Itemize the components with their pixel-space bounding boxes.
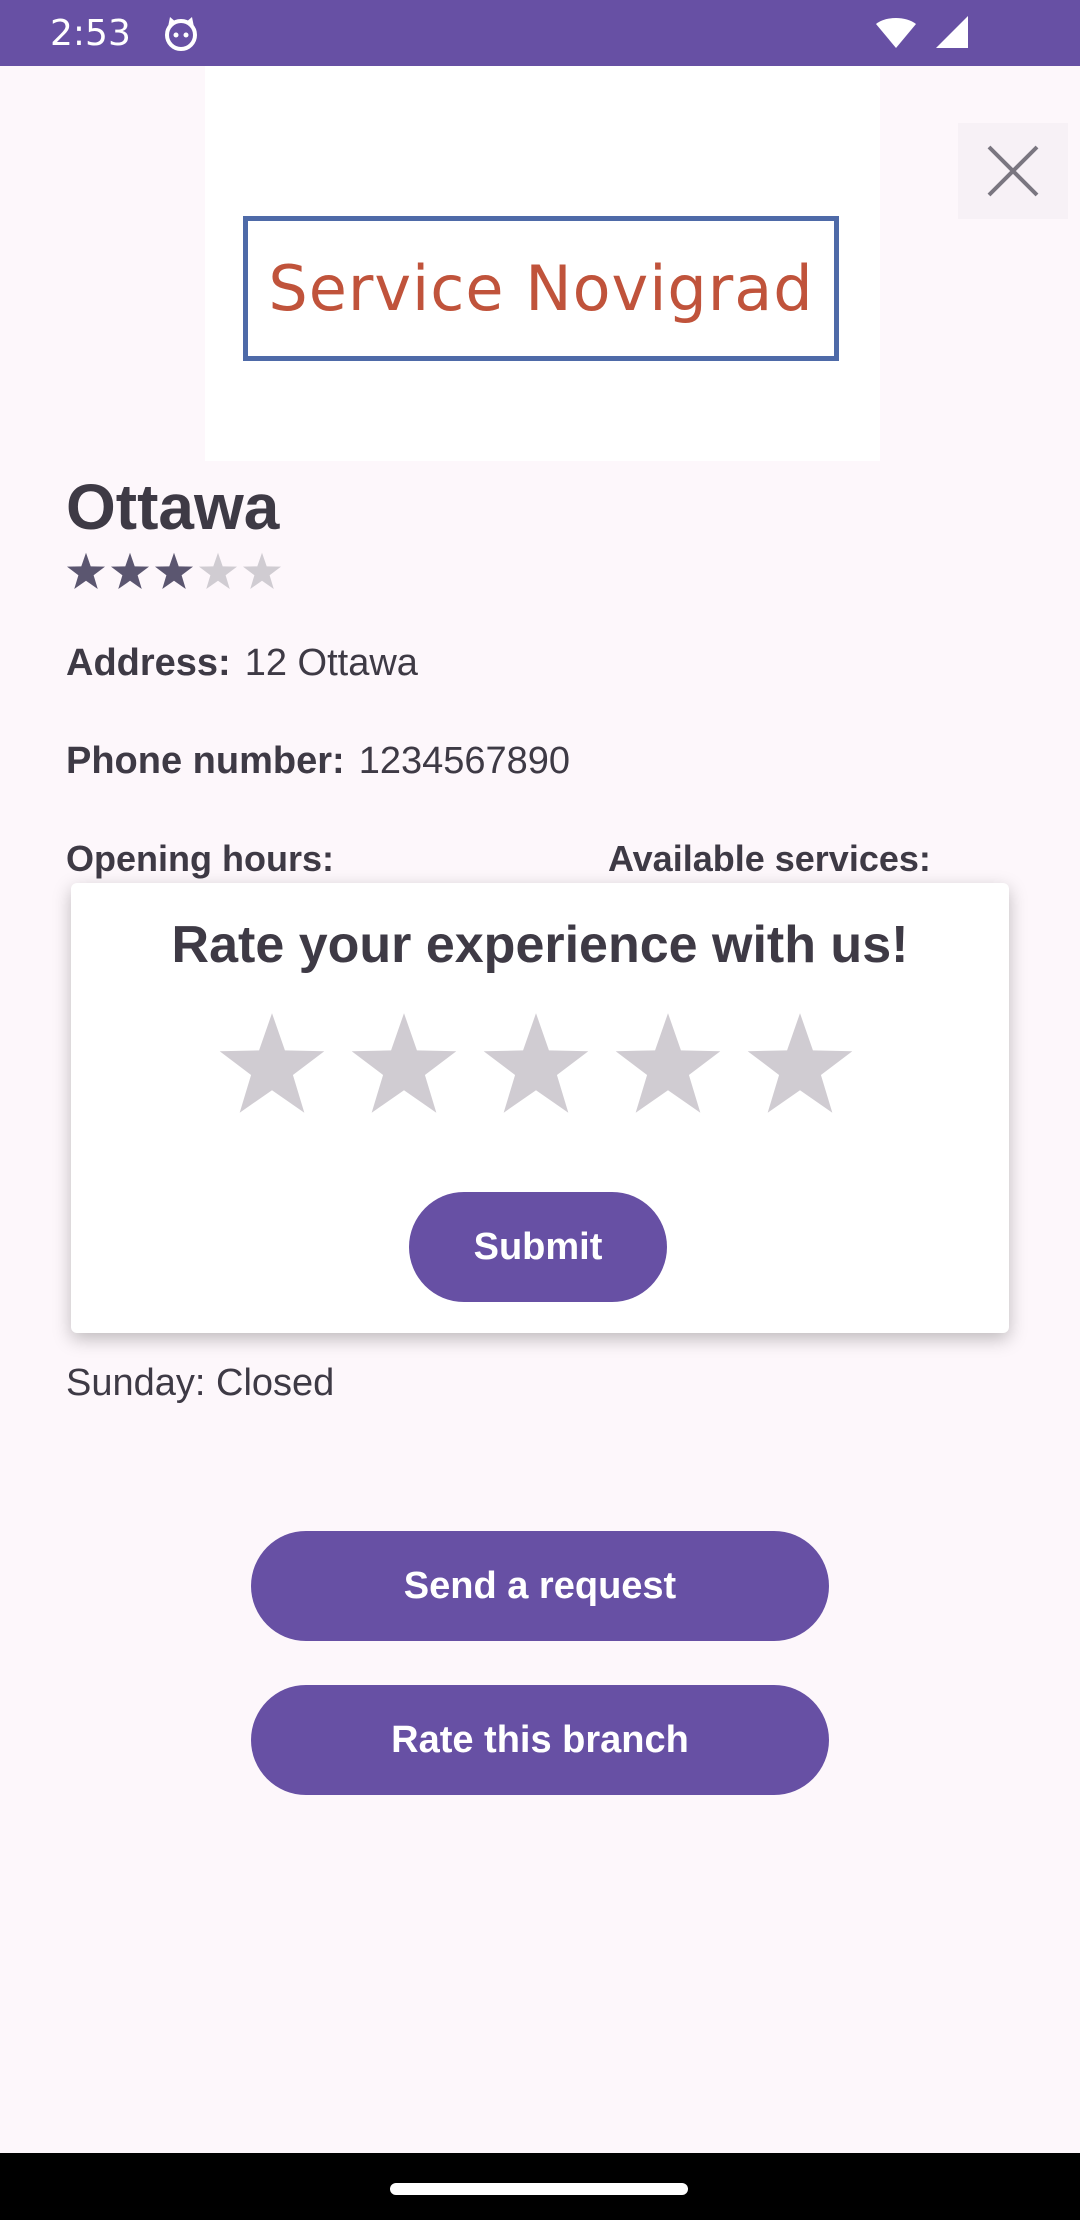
logo-text: Service Novigrad	[268, 252, 814, 325]
dialog-star-rating[interactable]	[217, 1011, 855, 1121]
branch-rating	[66, 552, 282, 592]
phone-label: Phone number:	[66, 740, 345, 782]
rating-dialog: Rate your experience with us! Submit	[71, 883, 1009, 1333]
logo-card: Service Novigrad	[205, 66, 880, 461]
rating-star-5-icon[interactable]	[745, 1011, 855, 1121]
status-bar: 2:53	[0, 0, 1080, 66]
close-icon	[987, 145, 1039, 197]
home-handle[interactable]	[390, 2183, 688, 2195]
branch-name: Ottawa	[66, 471, 280, 543]
phone-row: Phone number: 1234567890	[66, 740, 570, 783]
dialog-title: Rate your experience with us!	[171, 916, 909, 974]
star-empty-icon	[198, 552, 238, 589]
rating-star-2-icon[interactable]	[349, 1011, 459, 1121]
address-label: Address:	[66, 642, 231, 684]
address-value: 12 Ottawa	[244, 642, 418, 684]
status-time: 2:53	[50, 12, 131, 54]
submit-button[interactable]: Submit	[409, 1192, 667, 1302]
close-button[interactable]	[958, 123, 1068, 219]
rating-star-4-icon[interactable]	[613, 1011, 723, 1121]
status-indicators	[874, 14, 970, 50]
send-request-button[interactable]: Send a request	[251, 1531, 829, 1641]
rate-branch-button[interactable]: Rate this branch	[251, 1685, 829, 1795]
available-services-label: Available services:	[608, 838, 931, 879]
rating-star-3-icon[interactable]	[481, 1011, 591, 1121]
logo: Service Novigrad	[243, 216, 839, 361]
opening-hours-label: Opening hours:	[66, 838, 334, 879]
rating-star-1-icon[interactable]	[217, 1011, 327, 1121]
cat-icon	[164, 17, 197, 51]
wifi-icon	[876, 18, 916, 48]
navigation-bar	[0, 2153, 1080, 2220]
signal-icon	[936, 16, 968, 48]
star-filled-icon	[110, 552, 150, 589]
phone-value: 1234567890	[358, 740, 571, 782]
sunday-hours: Sunday: Closed	[66, 1362, 335, 1404]
address-row: Address: 12 Ottawa	[66, 642, 418, 685]
star-filled-icon	[154, 552, 194, 589]
screen: 2:53 Service Novigrad Ottawa Address: 12…	[0, 0, 1080, 2220]
star-empty-icon	[242, 552, 282, 589]
star-filled-icon	[66, 552, 106, 589]
